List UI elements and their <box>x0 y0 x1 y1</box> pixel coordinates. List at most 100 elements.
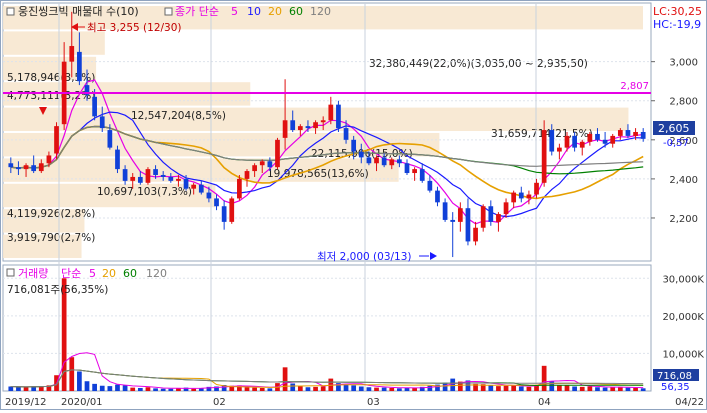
volume-bar <box>640 388 646 391</box>
volume-bar <box>412 387 417 391</box>
x-tick-label: 03 <box>367 397 380 408</box>
candle-body <box>358 151 364 158</box>
candle-body <box>419 169 425 181</box>
candle-body <box>389 159 395 166</box>
volume-bar <box>122 385 128 391</box>
candle-body <box>450 219 456 222</box>
volume-bar <box>160 388 166 391</box>
volume-legend-title: 거래량 <box>18 267 48 280</box>
ma-period-60: 60 <box>289 5 303 18</box>
volume-bar <box>297 386 303 391</box>
candle-body <box>115 149 120 170</box>
candle-body <box>38 163 44 172</box>
volume-profile-label: 4,773,111(3,2%) <box>7 90 95 102</box>
volume-tick-label: 30,000K <box>662 274 704 285</box>
ma-period-5: 5 <box>231 5 238 18</box>
volume-bar <box>23 387 29 391</box>
ma-checkbox-icon[interactable] <box>164 7 173 16</box>
volume-bar <box>381 387 387 391</box>
candle-body <box>153 169 158 175</box>
volume-bar <box>115 384 120 391</box>
volume-bar <box>313 386 318 391</box>
candle-body <box>54 126 59 154</box>
volume-bar <box>259 387 265 391</box>
volume-bar <box>450 378 456 391</box>
candle-body <box>130 176 136 181</box>
volume-bar <box>610 387 616 391</box>
volume-profile-label: 12,547,204(8,5%) <box>131 110 226 122</box>
candle-body <box>397 159 402 164</box>
candle-body <box>168 176 174 181</box>
candle-body <box>23 165 29 170</box>
candle-body <box>435 190 440 203</box>
volume-bar <box>366 387 372 391</box>
volume-bar <box>503 385 509 391</box>
volume-bar <box>587 386 593 391</box>
volume-bar <box>602 387 608 391</box>
candle-body <box>229 198 235 222</box>
candle-body <box>633 132 638 136</box>
volume-tag-value: 716,08 <box>657 371 692 382</box>
candle-body <box>69 46 75 62</box>
volume-ma-label: 단순 <box>61 267 81 280</box>
candle-body <box>206 192 212 199</box>
candle-body <box>465 208 471 242</box>
candle-body <box>183 178 189 189</box>
price-tick-label: 2,800 <box>669 97 698 108</box>
volume-bar <box>541 365 547 391</box>
candle-body <box>442 202 448 220</box>
volume-profile-label: 5,178,946(3,5%) <box>7 72 95 84</box>
volume-bar <box>107 386 113 391</box>
volume-bar <box>8 386 14 391</box>
candle-body <box>640 132 646 139</box>
volume-bar <box>92 383 97 391</box>
volume-ma-20: 20 <box>102 267 116 280</box>
volume-bar <box>557 385 562 391</box>
volume-tick-label: 10,000K <box>662 349 704 360</box>
candle-body <box>602 139 608 144</box>
ma-label: 종가 단순 <box>175 5 219 18</box>
volume-bar <box>351 385 357 391</box>
candle-body <box>518 192 524 199</box>
candle-body <box>343 128 349 140</box>
candle-body <box>282 120 288 138</box>
x-tick-label: 02 <box>213 397 226 408</box>
candle-body <box>267 161 273 168</box>
candle-body <box>275 139 280 168</box>
candle-body <box>587 133 593 142</box>
lc-label: LC:30,25 <box>653 5 702 18</box>
candle-body <box>99 116 105 129</box>
candle-body <box>351 139 357 152</box>
volume-checkbox-icon[interactable] <box>6 268 15 277</box>
candle-body <box>252 165 257 172</box>
candle-body <box>610 135 616 144</box>
candle-body <box>176 178 181 181</box>
candle-body <box>244 171 250 179</box>
volume-bar <box>389 387 395 391</box>
volume-bar <box>564 384 570 391</box>
candle-body <box>191 184 197 189</box>
volume-bar <box>38 386 44 391</box>
high-annotation: 최고 3,255 (12/30) <box>71 22 182 34</box>
resistance-label: 2,807 <box>620 81 649 92</box>
candle-body <box>457 208 463 222</box>
legend-checkbox-icon[interactable] <box>6 7 15 16</box>
volume-bar <box>99 385 105 391</box>
candle-body <box>427 180 433 191</box>
candle-body <box>572 135 577 148</box>
ma-period-120: 120 <box>310 5 331 18</box>
volume-bar <box>305 387 311 391</box>
candle-body <box>381 157 387 166</box>
volume-ma-60: 60 <box>123 267 137 280</box>
high-label: 최고 3,255 (12/30) <box>87 22 182 34</box>
volume-bar <box>267 388 273 391</box>
volume-profile-label: 32,380,449(22,0%)(3,035,00 ~ 2,935,50) <box>369 58 588 70</box>
volume-bar <box>69 357 75 391</box>
candle-body <box>617 130 623 136</box>
candle-body <box>237 178 242 199</box>
ma-period-20: 20 <box>268 5 282 18</box>
candle-body <box>366 157 372 164</box>
volume-ma-5: 5 <box>89 267 96 280</box>
volume-bar <box>320 386 326 391</box>
volume-profile-label: 10,697,103(7,3%) <box>97 186 192 198</box>
